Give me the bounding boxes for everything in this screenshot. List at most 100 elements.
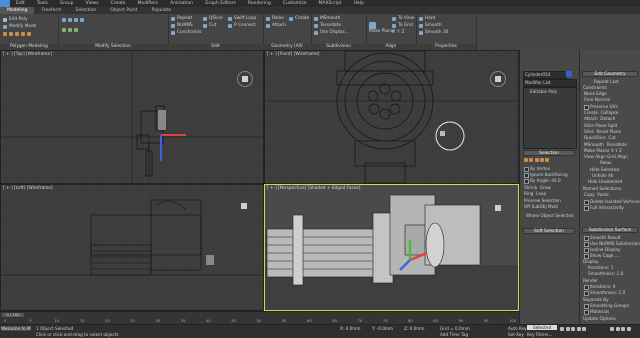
- grow-button[interactable]: Grow: [540, 185, 551, 190]
- app-logo-icon[interactable]: [0, 0, 10, 7]
- viewport-top-label[interactable]: [ + ] [Top] [Wireframe]: [3, 52, 52, 57]
- pan-icon[interactable]: [615, 327, 620, 331]
- viewcube-front-icon[interactable]: [490, 71, 506, 87]
- menu-group[interactable]: Group: [54, 1, 80, 6]
- polygon-icon[interactable]: [21, 32, 25, 36]
- tessellate-button[interactable]: Tessellate: [606, 142, 626, 147]
- make-planar-button[interactable]: Make Planar: [584, 148, 610, 153]
- slice-button[interactable]: Slice: [584, 129, 594, 134]
- tessellate-button[interactable]: Tessellate: [314, 23, 341, 28]
- vertex-icon[interactable]: [3, 32, 7, 36]
- modify-selection-icons[interactable]: [62, 18, 84, 22]
- by-angle-value[interactable]: 45.0: [551, 178, 560, 183]
- maximize-viewport-icon[interactable]: [626, 327, 631, 331]
- subobject-icons[interactable]: [3, 32, 31, 36]
- full-interactivity-checkbox[interactable]: Full Interactivity: [584, 205, 624, 211]
- create-button[interactable]: Create: [584, 110, 598, 115]
- unhide-all-button[interactable]: Unhide All: [592, 173, 613, 178]
- by-vertex-checkbox[interactable]: By Vertex: [524, 166, 550, 172]
- align-x-button[interactable]: X: [392, 30, 395, 35]
- orbit-icon[interactable]: [621, 327, 626, 331]
- nurms-button[interactable]: NURMS: [171, 23, 193, 28]
- coord-z-field[interactable]: 0.0mm: [410, 326, 425, 331]
- edit-poly-button[interactable]: Edit Poly: [3, 17, 28, 22]
- viewport-front-label[interactable]: [ + ] [Front] [Wireframe]: [267, 52, 319, 57]
- planar-z-button[interactable]: Z: [619, 148, 622, 153]
- go-to-start-icon[interactable]: [560, 327, 564, 331]
- tab-selection[interactable]: Selection: [69, 7, 104, 14]
- menu-create[interactable]: Create: [105, 1, 132, 6]
- ring-icon[interactable]: [80, 18, 84, 22]
- object-name-field[interactable]: Cylinder014: [523, 71, 567, 79]
- border-select-icon[interactable]: [534, 158, 539, 162]
- modifier-stack[interactable]: Editable Poly: [523, 87, 577, 149]
- p-connect-button[interactable]: P Connect: [228, 23, 256, 28]
- menu-tools[interactable]: Tools: [31, 1, 54, 6]
- tab-modeling[interactable]: Modeling: [0, 7, 35, 14]
- menu-edit[interactable]: Edit: [10, 1, 31, 6]
- viewcube-top-icon[interactable]: [237, 71, 253, 87]
- modify-mode-button[interactable]: Modify Mode: [3, 24, 36, 29]
- go-to-end-icon[interactable]: [582, 327, 587, 331]
- time-slider[interactable]: 0 / 100: [2, 313, 24, 317]
- coord-x-field[interactable]: 0.0mm: [346, 326, 361, 331]
- soft-selection-rollout[interactable]: Soft Selection: [523, 228, 575, 234]
- smoothing-groups-checkbox[interactable]: Smoothing Groups: [584, 303, 629, 309]
- render-smoothness-checkbox[interactable]: [584, 290, 589, 296]
- viewcube-left-icon[interactable]: [237, 199, 251, 213]
- show-cage-checkbox[interactable]: Show Cage......: [584, 253, 621, 259]
- use-nurms-checkbox[interactable]: Use NURMS Subdivision: [584, 241, 640, 247]
- previous-frame-icon[interactable]: [565, 327, 570, 331]
- stack-item-editable-poly[interactable]: Editable Poly: [530, 89, 557, 94]
- select-ring-icon[interactable]: [68, 28, 72, 32]
- align-z-button[interactable]: Z: [402, 30, 405, 35]
- key-filters-button[interactable]: Key Filters...: [527, 332, 552, 337]
- render-iterations-spinner[interactable]: 0: [613, 284, 616, 289]
- timeline[interactable]: 0 / 100 0 5 10 15 20 25 30 35 40 45 50 55 60 65 70 75 80…: [0, 311, 519, 325]
- constraint-face-radio[interactable]: Face: [584, 97, 593, 102]
- qslice-button[interactable]: QSlice: [203, 16, 223, 21]
- copy-button[interactable]: Copy: [584, 192, 595, 197]
- menu-rendering[interactable]: Rendering: [242, 1, 277, 6]
- edge-icon[interactable]: [9, 32, 13, 36]
- menu-modifiers[interactable]: Modifiers: [132, 1, 165, 6]
- selected-set-dropdown[interactable]: Selected: [527, 325, 558, 330]
- edit-geometry-rollout[interactable]: Edit Geometry: [582, 71, 638, 77]
- vertex-select-icon[interactable]: [524, 158, 528, 162]
- tab-object-paint[interactable]: Object Paint: [103, 7, 144, 14]
- hide-unselected-button[interactable]: Hide Unselected: [588, 179, 622, 184]
- quickslice-button[interactable]: QuickSlice: [584, 135, 606, 140]
- menu-customize[interactable]: Customize: [277, 1, 313, 6]
- play-icon[interactable]: [571, 327, 576, 331]
- object-color-swatch[interactable]: [566, 71, 572, 77]
- next-frame-icon[interactable]: [576, 327, 581, 331]
- preview-subobj-radio[interactable]: SubObj: [532, 204, 547, 209]
- attach-button[interactable]: Attach: [584, 116, 598, 121]
- viewcube-perspective-icon[interactable]: [491, 201, 505, 215]
- ring-button[interactable]: Ring: [524, 191, 533, 196]
- render-smoothness-spinner[interactable]: 1.0: [619, 290, 626, 295]
- viewport-left-label[interactable]: [ + ] [Left] [Wireframe]: [3, 186, 53, 191]
- add-time-tag-button[interactable]: Add Time Tag: [440, 332, 468, 337]
- repeat-button[interactable]: Repeat: [171, 16, 192, 21]
- viewport-perspective-label[interactable]: [ + ] [Perspective] [Shaded + Edged Face…: [267, 186, 360, 191]
- collapse-button[interactable]: Collapse: [601, 110, 619, 115]
- grid-align-button[interactable]: Grid Align: [607, 154, 628, 159]
- viewport-left[interactable]: [ + ] [Left] [Wireframe]: [0, 184, 264, 311]
- planar-x-button[interactable]: X: [611, 148, 614, 153]
- zoom-icon[interactable]: [610, 327, 614, 331]
- detach-button[interactable]: Detach: [600, 116, 615, 121]
- menu-animation[interactable]: Animation: [164, 1, 199, 6]
- viewport-perspective[interactable]: [ + ] [Perspective] [Shaded + Edged Face…: [264, 184, 519, 311]
- preview-multi-radio[interactable]: Multi: [548, 204, 558, 209]
- repeat-last-button[interactable]: Repeat Last: [594, 79, 619, 84]
- menu-views[interactable]: Views: [80, 1, 105, 6]
- shrink-icon[interactable]: [68, 18, 72, 22]
- reset-plane-button[interactable]: Reset Plane: [597, 129, 622, 134]
- edge-select-icon[interactable]: [529, 158, 534, 162]
- viewport-top[interactable]: [ + ] [Top] [Wireframe]: [0, 50, 264, 184]
- cut-button[interactable]: Cut: [608, 135, 615, 140]
- selection-rollout[interactable]: Selection: [523, 150, 575, 156]
- smooth-result-checkbox[interactable]: Smooth Result: [584, 235, 620, 241]
- grow-icon[interactable]: [62, 18, 66, 22]
